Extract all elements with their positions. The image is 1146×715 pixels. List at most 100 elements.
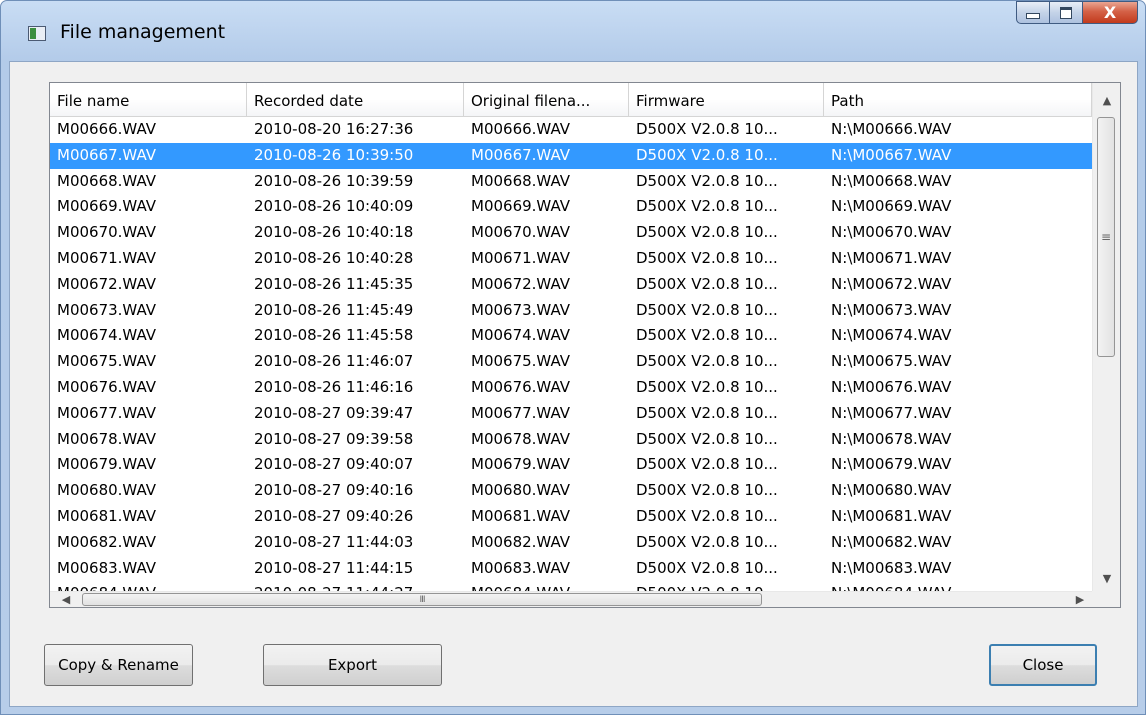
close-window-button[interactable]: X: [1083, 1, 1138, 24]
table-row[interactable]: M00666.WAV 2010-08-20 16:27:36 M00666.WAV D…: [50, 117, 1092, 143]
cell-file-name: M00666.WAV: [57, 120, 157, 138]
cell-path: N:\M00673.WAV: [831, 300, 952, 319]
column-path-header[interactable]: Path: [824, 83, 1092, 117]
cell-path: N:\M00672.WAV: [831, 274, 952, 293]
cell-firmware: D500X V2.0.8 10...: [636, 300, 778, 319]
cell-file-name: M00679.WAV: [57, 455, 157, 474]
table-row[interactable]: M00675.WAV 2010-08-26 11:46:07 M00675.WAV D…: [50, 349, 1092, 375]
table-row[interactable]: M00671.WAV 2010-08-26 10:40:28 M00671.WAV D…: [50, 246, 1092, 272]
app-window-icon: [28, 26, 46, 41]
cell-path: N:\M00681.WAV: [831, 506, 952, 525]
cell-recorded-date: 2010-08-27 09:39:58: [254, 429, 414, 448]
table-row[interactable]: M00682.WAV 2010-08-27 11:44:03 M00682.WAV D…: [50, 530, 1092, 556]
cell-original-filename: M00675.WAV: [471, 352, 571, 371]
cell-file-name: M00681.WAV: [57, 506, 157, 525]
cell-firmware: D500X V2.0.8 10...: [636, 248, 778, 267]
cell-original-filename: M00681.WAV: [471, 506, 571, 525]
scroll-up-icon[interactable]: ▲: [1093, 87, 1120, 113]
minimize-button[interactable]: [1016, 1, 1050, 24]
cell-file-name: M00672.WAV: [57, 274, 157, 293]
cell-file-name: M00671.WAV: [57, 248, 157, 267]
vertical-scrollbar[interactable]: ▲ ≡ ▼: [1092, 83, 1120, 591]
cell-file-name: M00670.WAV: [57, 223, 157, 242]
cell-recorded-date: 2010-08-27 11:44:03: [254, 532, 414, 551]
cell-file-name: M00674.WAV: [57, 326, 157, 345]
window-title: File management: [60, 21, 226, 43]
cell-firmware: D500X V2.0.8 10...: [636, 352, 778, 371]
cell-path: N:\M00670.WAV: [831, 223, 952, 242]
cell-original-filename: M00667.WAV: [471, 145, 571, 164]
cell-original-filename: M00669.WAV: [471, 197, 571, 216]
column-file-name-header[interactable]: File name: [50, 83, 247, 117]
scroll-down-icon[interactable]: ▼: [1093, 565, 1120, 591]
close-button[interactable]: Close: [989, 644, 1097, 686]
table-row[interactable]: M00673.WAV 2010-08-26 11:45:49 M00673.WAV D…: [50, 298, 1092, 324]
dialog-client-area: File name Recorded date Original filena...…: [9, 61, 1138, 707]
horizontal-scrollbar[interactable]: ◀ III ▶: [50, 591, 1092, 607]
table-row[interactable]: M00672.WAV 2010-08-26 11:45:35 M00672.WAV D…: [50, 272, 1092, 298]
cell-firmware: D500X V2.0.8 10...: [636, 429, 778, 448]
cell-file-name: M00667.WAV: [57, 145, 157, 164]
cell-file-name: M00675.WAV: [57, 352, 157, 371]
table-row[interactable]: M00676.WAV 2010-08-26 11:46:16 M00676.WAV D…: [50, 375, 1092, 401]
cell-original-filename: M00682.WAV: [471, 532, 571, 551]
table-row[interactable]: M00679.WAV 2010-08-27 09:40:07 M00679.WAV D…: [50, 452, 1092, 478]
cell-original-filename: M00671.WAV: [471, 248, 571, 267]
table-row[interactable]: M00668.WAV 2010-08-26 10:39:59 M00668.WAV D…: [50, 169, 1092, 195]
cell-file-name: M00683.WAV: [57, 558, 157, 577]
cell-file-name: M00677.WAV: [57, 403, 157, 422]
vertical-scroll-thumb[interactable]: ≡: [1097, 117, 1115, 357]
scroll-left-icon[interactable]: ◀: [54, 590, 78, 607]
cell-path: N:\M00675.WAV: [831, 352, 952, 371]
cell-firmware: D500X V2.0.8 10...: [636, 326, 778, 345]
cell-path: N:\M00671.WAV: [831, 248, 952, 267]
cell-original-filename: M00672.WAV: [471, 274, 571, 293]
column-recorded-date-header[interactable]: Recorded date: [247, 83, 464, 117]
grip-icon: ≡: [1100, 230, 1112, 244]
cell-recorded-date: 2010-08-26 11:45:35: [254, 274, 414, 293]
cell-file-name: M00678.WAV: [57, 429, 157, 448]
table-row[interactable]: M00670.WAV 2010-08-26 10:40:18 M00670.WAV D…: [50, 220, 1092, 246]
table-row[interactable]: M00678.WAV 2010-08-27 09:39:58 M00678.WAV D…: [50, 427, 1092, 453]
table-row[interactable]: M00681.WAV 2010-08-27 09:40:26 M00681.WAV D…: [50, 504, 1092, 530]
cell-recorded-date: 2010-08-26 10:40:18: [254, 223, 414, 242]
cell-file-name: M00680.WAV: [57, 481, 157, 500]
close-icon: X: [1103, 3, 1117, 22]
cell-firmware: D500X V2.0.8 10...: [636, 558, 778, 577]
cell-original-filename: M00678.WAV: [471, 429, 571, 448]
cell-path: N:\M00683.WAV: [831, 558, 952, 577]
cell-path: N:\M00667.WAV: [831, 145, 952, 164]
title-bar[interactable]: File management X: [1, 1, 1145, 61]
column-original-filename-header[interactable]: Original filena...: [464, 83, 629, 117]
maximize-button[interactable]: [1050, 1, 1083, 24]
cell-original-filename: M00668.WAV: [471, 171, 571, 190]
cell-original-filename: M00680.WAV: [471, 481, 571, 500]
column-firmware-header[interactable]: Firmware: [629, 83, 824, 117]
cell-file-name: M00682.WAV: [57, 532, 157, 551]
cell-recorded-date: 2010-08-26 11:45:58: [254, 326, 414, 345]
cell-firmware: D500X V2.0.8 10...: [636, 506, 778, 525]
cell-path: N:\M00679.WAV: [831, 455, 952, 474]
cell-path: N:\M00680.WAV: [831, 481, 952, 500]
horizontal-scroll-thumb[interactable]: III: [82, 593, 762, 606]
grip-icon: III: [419, 594, 426, 605]
column-header-row: File name Recorded date Original filena...…: [50, 83, 1120, 117]
table-row[interactable]: M00667.WAV 2010-08-26 10:39:50 M00667.WAV D…: [50, 142, 1092, 169]
cell-firmware: D500X V2.0.8 10...: [636, 171, 778, 190]
cell-original-filename: M00679.WAV: [471, 455, 571, 474]
cell-firmware: D500X V2.0.8 10...: [636, 120, 778, 138]
copy-rename-button[interactable]: Copy & Rename: [44, 644, 193, 686]
table-row[interactable]: M00680.WAV 2010-08-27 09:40:16 M00680.WAV D…: [50, 478, 1092, 504]
export-button[interactable]: Export: [263, 644, 442, 686]
table-row[interactable]: M00674.WAV 2010-08-26 11:45:58 M00674.WAV D…: [50, 323, 1092, 349]
cell-file-name: M00669.WAV: [57, 197, 157, 216]
cell-firmware: D500X V2.0.8 10...: [636, 455, 778, 474]
table-row[interactable]: M00669.WAV 2010-08-26 10:40:09 M00669.WAV D…: [50, 194, 1092, 220]
minimize-icon: [1026, 13, 1040, 19]
scroll-right-icon[interactable]: ▶: [1068, 590, 1092, 607]
file-list[interactable]: File name Recorded date Original filena...…: [49, 82, 1121, 608]
cell-recorded-date: 2010-08-26 11:46:16: [254, 377, 414, 396]
table-row[interactable]: M00683.WAV 2010-08-27 11:44:15 M00683.WAV D…: [50, 556, 1092, 582]
cell-recorded-date: 2010-08-27 09:39:47: [254, 403, 414, 422]
table-row[interactable]: M00677.WAV 2010-08-27 09:39:47 M00677.WAV D…: [50, 401, 1092, 427]
